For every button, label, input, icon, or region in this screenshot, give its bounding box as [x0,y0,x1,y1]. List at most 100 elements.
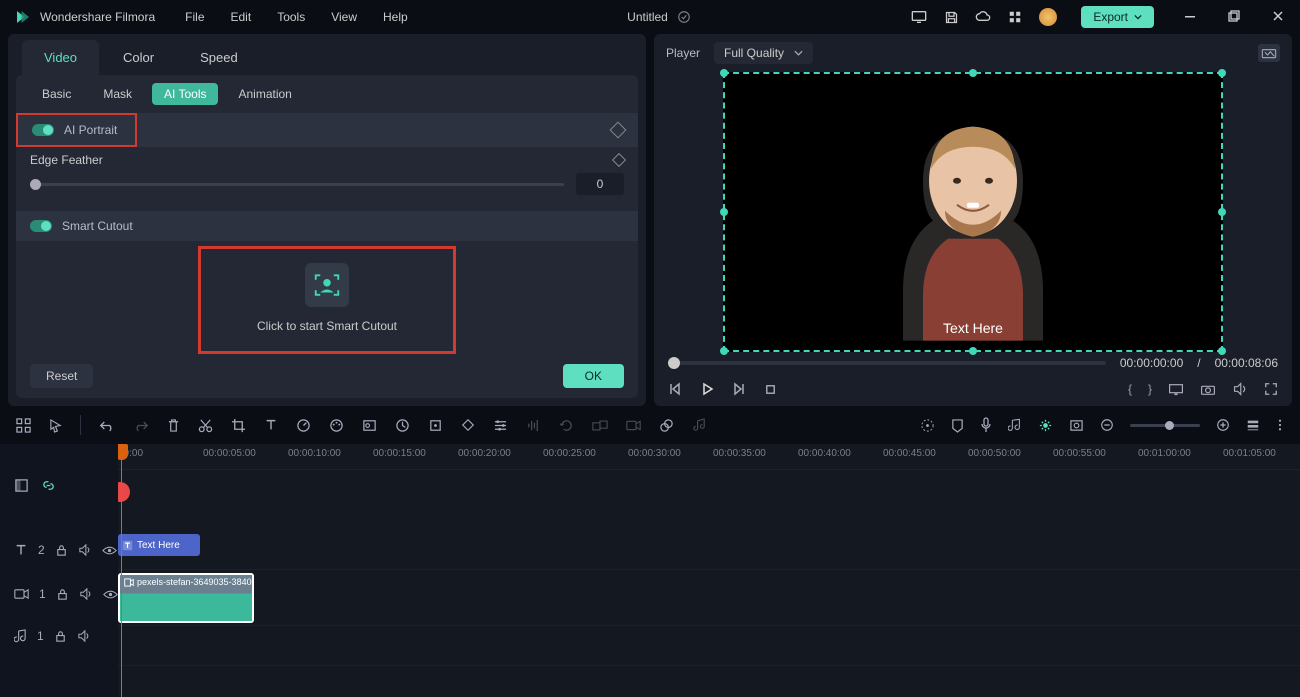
eye-icon[interactable] [103,589,118,600]
export-button[interactable]: Export [1081,6,1154,28]
text-track-lane[interactable]: Text Here [118,526,1300,570]
playhead[interactable] [121,444,122,697]
menu-file[interactable]: File [185,10,204,24]
menu-help[interactable]: Help [383,10,408,24]
chroma-icon[interactable] [659,418,674,433]
adjustment-layer-icon[interactable] [1069,419,1084,432]
next-frame-button[interactable] [732,382,746,396]
menu-tools[interactable]: Tools [277,10,305,24]
quality-dropdown[interactable]: Full Quality [714,42,813,64]
ok-button[interactable]: OK [563,364,624,388]
marker-shield-icon[interactable] [951,418,964,433]
resize-handle[interactable] [720,347,728,355]
voiceover-icon[interactable] [980,417,992,433]
mark-in-icon[interactable]: { [1128,382,1132,396]
subtab-ai-tools[interactable]: AI Tools [152,83,218,105]
edge-feather-value[interactable]: 0 [576,173,624,195]
track-motion-icon[interactable] [428,418,443,433]
preview-canvas[interactable]: Text Here [723,72,1223,352]
video-clip[interactable]: pexels-stefan-3649035-3840 [118,573,254,623]
mute-icon[interactable] [79,588,93,600]
audio-track-header[interactable]: 1 [0,616,118,656]
timeline-view-icon[interactable] [1246,418,1260,432]
group-icon[interactable] [592,419,608,432]
text-track-header[interactable]: 2 [0,528,118,572]
fullscreen-icon[interactable] [1264,382,1278,396]
reset-button[interactable]: Reset [30,364,93,388]
timeline-ruler[interactable]: 00:0000:00:05:0000:00:10:0000:00:15:0000… [118,444,1300,470]
speed-curve-icon[interactable] [395,418,410,433]
audio-tool-icon[interactable] [692,418,707,433]
resize-handle[interactable] [720,208,728,216]
resize-handle[interactable] [1218,347,1226,355]
zoom-handle[interactable] [1165,421,1174,430]
auto-beat-icon[interactable] [1038,418,1053,433]
close-button[interactable] [1272,10,1286,24]
volume-icon[interactable] [1232,382,1248,396]
edge-feather-slider[interactable] [30,183,564,186]
video-track-lane[interactable]: pexels-stefan-3649035-3840 [118,570,1300,626]
smart-cutout-button[interactable] [305,263,349,307]
speed-icon[interactable] [296,418,311,433]
user-avatar[interactable] [1039,8,1057,26]
lock-icon[interactable] [56,588,69,601]
edge-feather-keyframe-icon[interactable] [612,153,626,167]
mute-icon[interactable] [77,630,91,642]
more-icon[interactable] [1276,419,1284,431]
record-icon[interactable] [626,419,641,432]
mute-icon[interactable] [78,544,92,556]
text-clip[interactable]: Text Here [118,534,200,556]
minimize-button[interactable] [1184,10,1198,24]
slider-handle[interactable] [30,179,41,190]
eye-icon[interactable] [102,545,117,556]
delete-icon[interactable] [167,418,180,433]
link-icon[interactable] [41,478,56,493]
monitor-icon[interactable] [911,9,927,25]
video-track-header[interactable]: 1 [0,572,118,616]
maximize-button[interactable] [1228,10,1242,24]
subtab-basic[interactable]: Basic [30,83,83,105]
cloud-icon[interactable] [975,9,991,25]
cut-icon[interactable] [198,418,213,433]
track-panel-icon[interactable] [14,478,29,493]
display-icon[interactable] [1168,383,1184,396]
audio-edit-icon[interactable] [526,418,541,433]
ai-portrait-keyframe-icon[interactable] [610,122,627,139]
smart-cutout-toggle[interactable] [30,220,52,232]
tab-color[interactable]: Color [101,40,176,75]
color-icon[interactable] [329,418,344,433]
subtab-animation[interactable]: Animation [226,83,303,105]
mask-icon[interactable] [362,418,377,433]
playhead-handle[interactable] [118,444,128,460]
subtab-mask[interactable]: Mask [91,83,144,105]
stop-button[interactable] [764,382,777,396]
mark-out-icon[interactable]: } [1148,382,1152,396]
lock-icon[interactable] [55,544,68,557]
keyframe-icon[interactable] [461,418,475,432]
render-icon[interactable] [920,418,935,433]
apps-icon[interactable] [1007,9,1023,25]
lock-icon[interactable] [54,630,67,643]
resize-handle[interactable] [969,347,977,355]
preview-scrubbar[interactable] [668,361,1106,365]
text-icon[interactable] [264,418,278,432]
grid-icon[interactable] [16,418,31,433]
save-icon[interactable] [943,9,959,25]
zoom-in-icon[interactable] [1216,418,1230,432]
crop-icon[interactable] [231,418,246,433]
ai-portrait-toggle[interactable] [32,124,54,136]
zoom-slider[interactable] [1130,424,1200,427]
resize-handle[interactable] [1218,69,1226,77]
timeline-tracks[interactable]: 00:0000:00:05:0000:00:10:0000:00:15:0000… [118,444,1300,697]
redo-icon[interactable] [133,419,149,432]
tab-speed[interactable]: Speed [178,40,260,75]
zoom-out-icon[interactable] [1100,418,1114,432]
tab-video[interactable]: Video [22,40,99,75]
menu-edit[interactable]: Edit [231,10,252,24]
undo-icon[interactable] [99,419,115,432]
mixer-icon[interactable] [1008,418,1022,433]
scrub-handle[interactable] [668,357,680,369]
adjust-icon[interactable] [493,419,508,432]
audio-track-lane[interactable] [118,626,1300,666]
play-button[interactable] [700,382,714,396]
